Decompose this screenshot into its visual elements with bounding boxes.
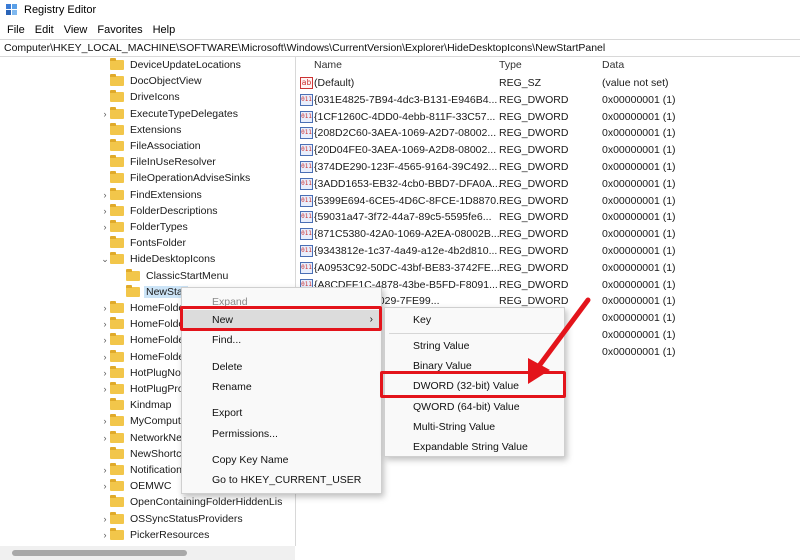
arrow-shaft (533, 297, 591, 373)
annotation-arrow (528, 297, 591, 384)
